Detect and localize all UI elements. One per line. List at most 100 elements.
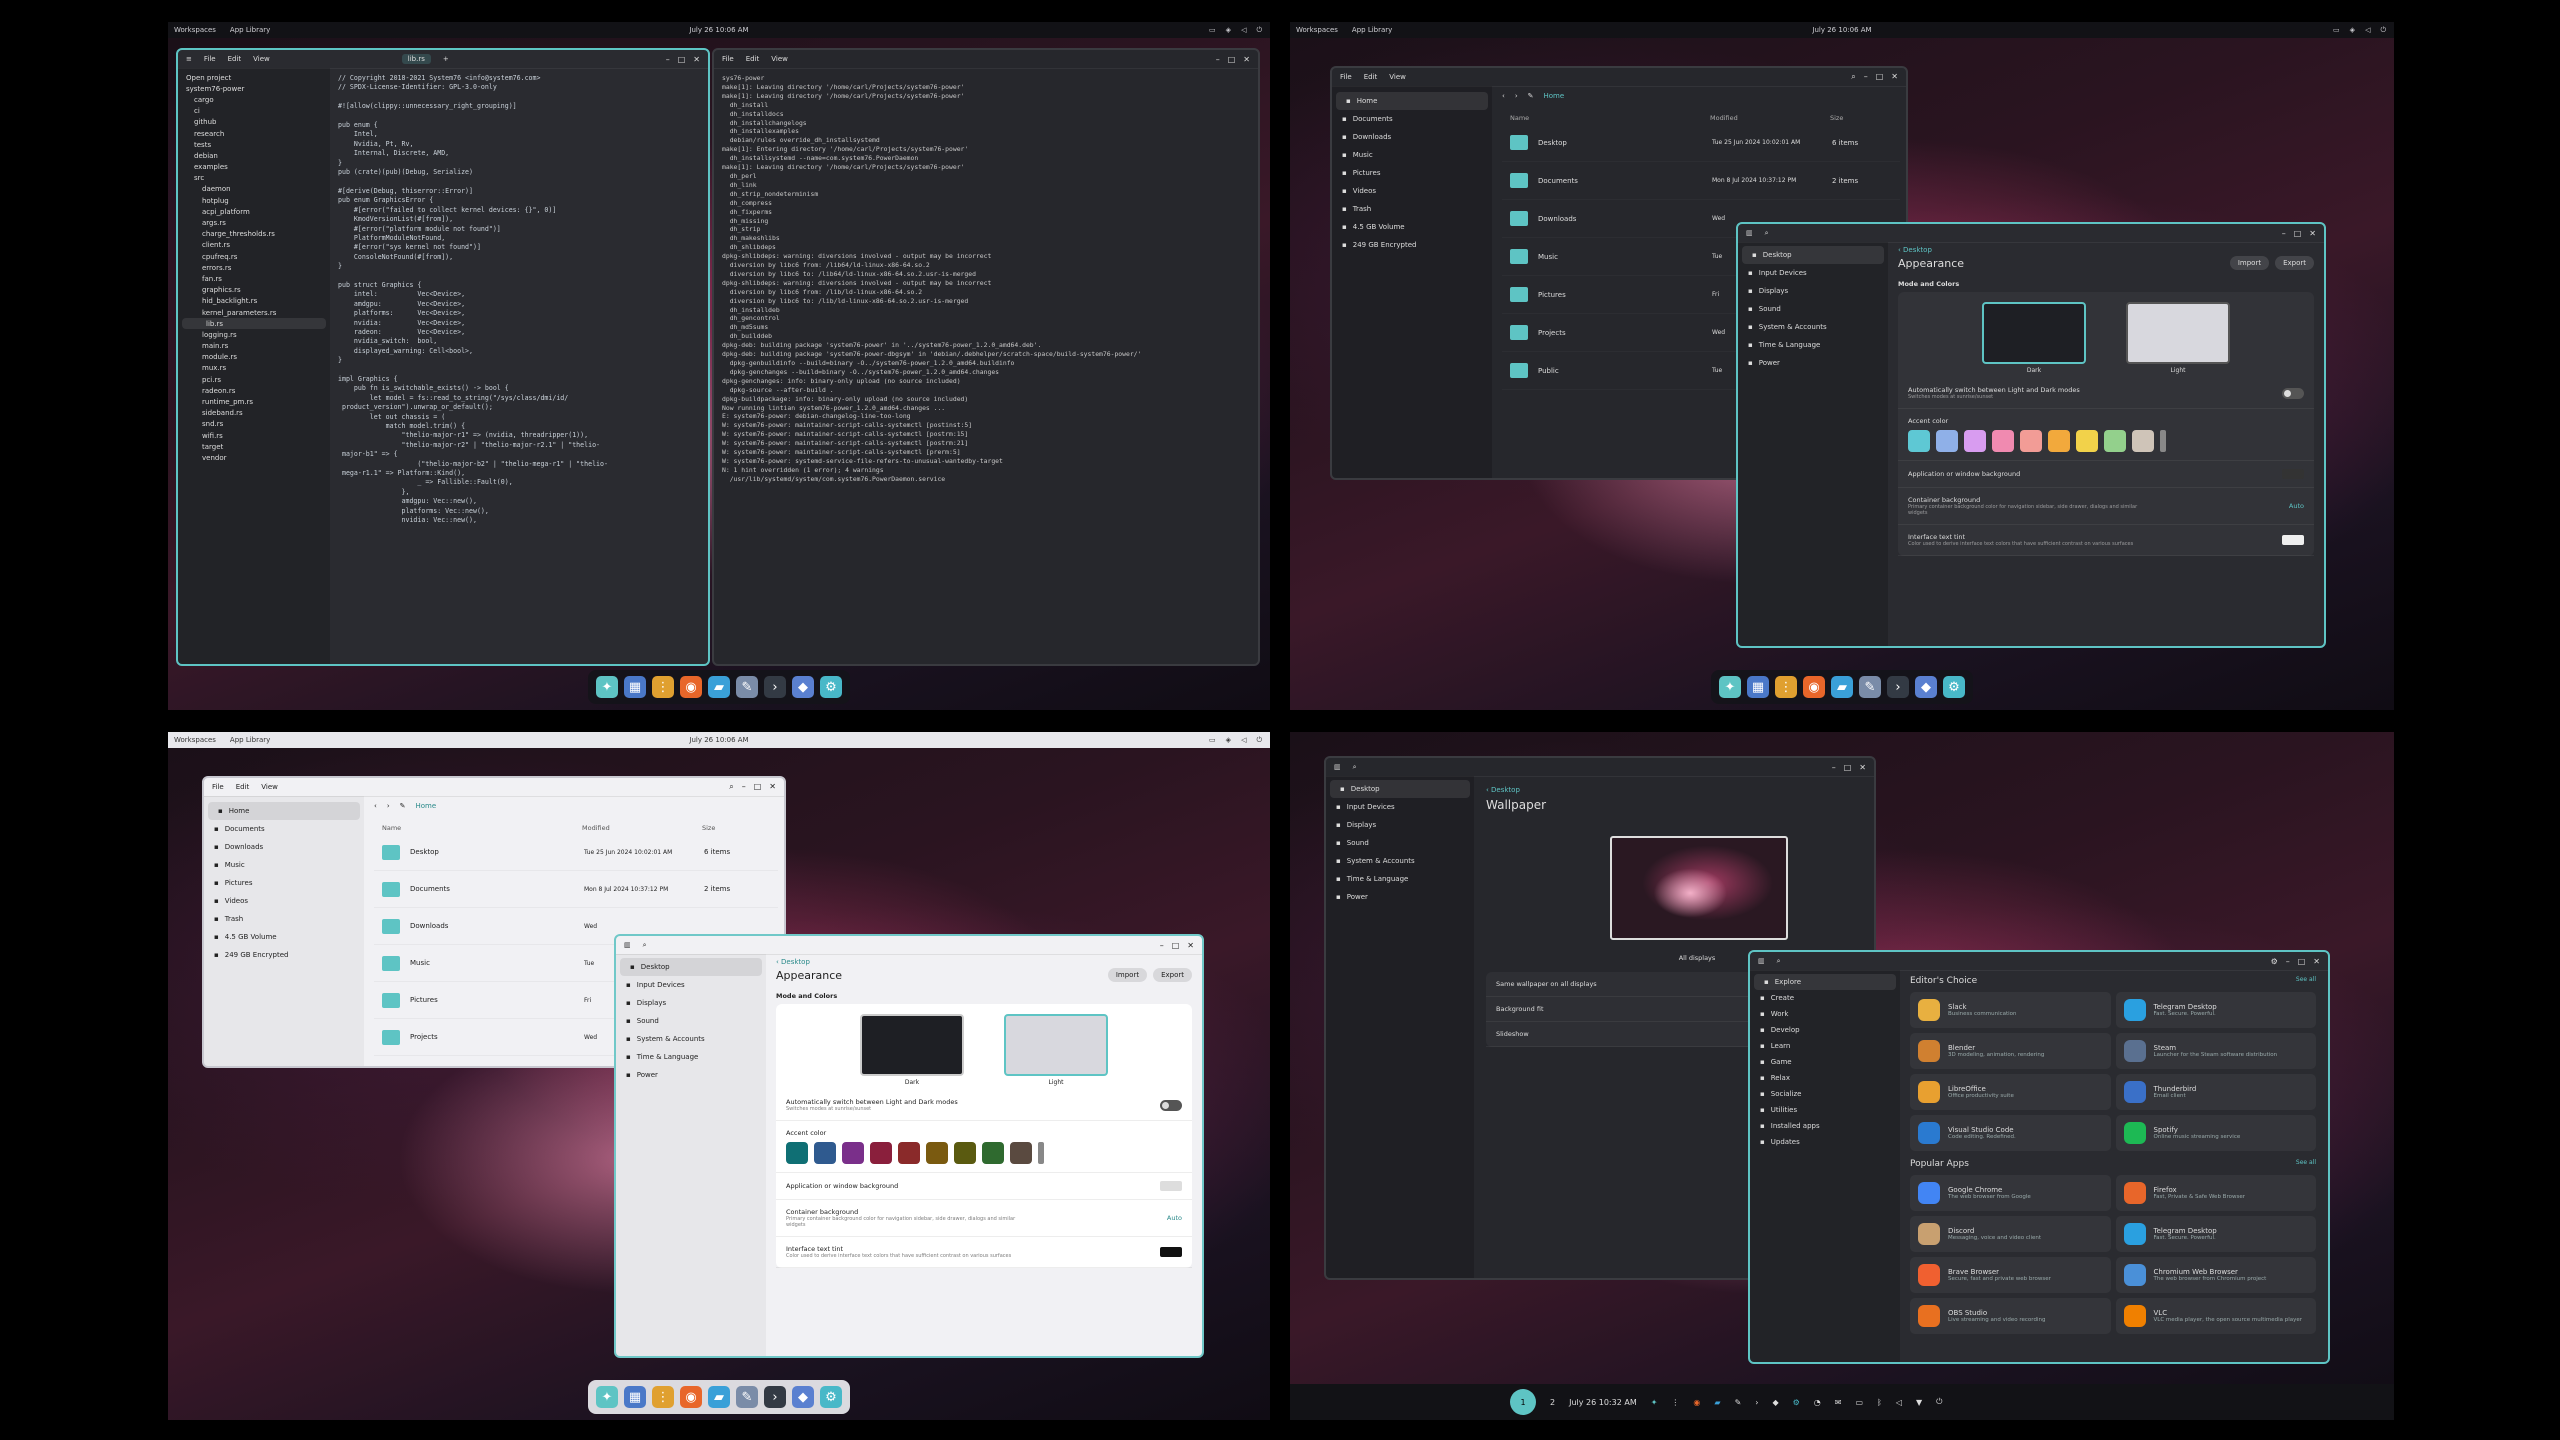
store-icon[interactable]: ◆ bbox=[792, 1386, 814, 1408]
minimize-icon[interactable]: – bbox=[1216, 55, 1220, 64]
back-link[interactable]: ‹ Desktop bbox=[1898, 246, 2314, 254]
sidebar-item[interactable]: ▪ Downloads bbox=[1332, 128, 1492, 146]
workspaces-icon[interactable]: ▦ bbox=[624, 1386, 646, 1408]
tree-item[interactable]: args.rs bbox=[178, 217, 330, 228]
sidebar-item[interactable]: ▪ Home bbox=[208, 802, 360, 820]
app-card[interactable]: Firefox Fast, Private & Safe Web Browser bbox=[2115, 1175, 2316, 1211]
workspaces-button[interactable]: Workspaces bbox=[1296, 26, 1338, 34]
app-card[interactable]: Brave Browser Secure, fast and private we… bbox=[1910, 1257, 2111, 1293]
accent-swatch[interactable] bbox=[926, 1142, 948, 1164]
app-card[interactable]: VLC VLC media player, the open source mul… bbox=[2115, 1298, 2316, 1334]
accent-swatch[interactable] bbox=[1964, 430, 1986, 452]
menu-view[interactable]: View bbox=[771, 55, 788, 63]
close-icon[interactable]: ✕ bbox=[1891, 72, 1898, 82]
app-card[interactable]: Steam Launcher for the Steam software dis… bbox=[2115, 1033, 2316, 1069]
app-card[interactable]: Slack Business communication bbox=[1910, 992, 2111, 1028]
nav-item[interactable]: ▪ Power bbox=[1326, 888, 1474, 906]
light-mode-option[interactable]: Light bbox=[2126, 302, 2230, 374]
export-button[interactable]: Export bbox=[1153, 968, 1192, 982]
code-area[interactable]: // Copyright 2018-2021 System76 <info@sy… bbox=[338, 74, 702, 660]
app-card[interactable]: Telegram Desktop Fast. Secure. Powerful. bbox=[2115, 1216, 2316, 1252]
store-icon[interactable]: ◆ bbox=[792, 676, 814, 698]
nav-item[interactable]: ▪ Time & Language bbox=[1738, 336, 1888, 354]
menu-edit[interactable]: Edit bbox=[1364, 73, 1378, 81]
menu-edit[interactable]: Edit bbox=[236, 783, 250, 791]
accent-swatch[interactable] bbox=[2048, 430, 2070, 452]
tree-item[interactable]: fan.rs bbox=[178, 273, 330, 284]
accent-swatch[interactable] bbox=[2076, 430, 2098, 452]
search-icon[interactable]: ⌕ bbox=[1851, 72, 1855, 82]
volume-icon[interactable]: ◁ bbox=[2365, 26, 2370, 35]
terminal-icon[interactable]: › bbox=[1887, 676, 1909, 698]
tree-item[interactable]: snd.rs bbox=[178, 419, 330, 430]
tree-item[interactable]: ci bbox=[178, 106, 330, 117]
files-icon[interactable]: ▰ bbox=[1831, 676, 1853, 698]
settings-icon[interactable]: ⚙ bbox=[1793, 1398, 1800, 1407]
close-icon[interactable]: ✕ bbox=[2309, 229, 2316, 238]
files-icon[interactable]: ▰ bbox=[708, 676, 730, 698]
sidebar-item[interactable]: ▪ Pictures bbox=[1332, 164, 1492, 182]
column-name[interactable]: Name bbox=[1502, 114, 1710, 122]
nav-item[interactable]: ▪ Time & Language bbox=[616, 1048, 766, 1066]
terminal-window[interactable]: File Edit View – □ ✕ sys76-power make[1]: … bbox=[712, 48, 1260, 666]
launcher-icon[interactable]: ✦ bbox=[596, 1386, 618, 1408]
nav-item[interactable]: ▪ Power bbox=[616, 1066, 766, 1084]
tree-item[interactable]: debian bbox=[178, 150, 330, 161]
nav-item[interactable]: ▪ Sound bbox=[616, 1012, 766, 1030]
app-background-row[interactable]: Application or window background bbox=[1898, 461, 2314, 488]
network-icon[interactable]: ▼ bbox=[1916, 1398, 1922, 1407]
nav-item[interactable]: ▪ Desktop bbox=[1330, 780, 1470, 798]
tree-item[interactable]: runtime_pm.rs bbox=[178, 396, 330, 407]
power-icon[interactable]: ⏻ bbox=[1256, 736, 1262, 745]
store-nav-item[interactable]: ▪ Utilities bbox=[1750, 1102, 1900, 1118]
file-row[interactable]: Documents Mon 8 Jul 2024 10:37:12 PM 2 ite… bbox=[374, 871, 778, 908]
accent-swatch[interactable] bbox=[898, 1142, 920, 1164]
firefox-icon[interactable]: ◉ bbox=[680, 676, 702, 698]
tree-item[interactable]: radeon.rs bbox=[178, 385, 330, 396]
nav-item[interactable]: ▪ Time & Language bbox=[1326, 870, 1474, 888]
app-grid-icon[interactable]: ⋮ bbox=[1775, 676, 1797, 698]
container-auto-link[interactable]: Auto bbox=[1167, 1214, 1182, 1222]
text-editor-icon[interactable]: ✎ bbox=[1859, 676, 1881, 698]
light-mode-option[interactable]: Light bbox=[1004, 1014, 1108, 1086]
menu-file[interactable]: File bbox=[212, 783, 224, 791]
app-background-swatch[interactable] bbox=[2282, 469, 2304, 479]
edit-path-icon[interactable]: ✎ bbox=[400, 802, 406, 810]
minimize-icon[interactable]: – bbox=[666, 55, 670, 64]
workspaces-icon[interactable]: ▦ bbox=[1747, 676, 1769, 698]
sidebar-toggle-icon[interactable]: ▥ bbox=[1746, 229, 1753, 237]
sidebar-item[interactable]: ▪ Documents bbox=[1332, 110, 1492, 128]
store-nav-item[interactable]: ▪ Game bbox=[1750, 1054, 1900, 1070]
settings-window[interactable]: ▥ ⌕ – □ ✕ ▪ Desktop ▪ Input Devices ▪ Displays ▪ Sou… bbox=[1736, 222, 2326, 648]
accent-swatch[interactable] bbox=[1992, 430, 2014, 452]
nav-item[interactable]: ▪ Displays bbox=[1326, 816, 1474, 834]
sidebar-item[interactable]: ▪ Music bbox=[1332, 146, 1492, 164]
tray-icon[interactable]: ▭ bbox=[2333, 26, 2340, 35]
files-icon[interactable]: ▰ bbox=[1714, 1398, 1720, 1407]
accent-swatch[interactable] bbox=[870, 1142, 892, 1164]
menu-file[interactable]: File bbox=[1340, 73, 1352, 81]
file-row[interactable]: Desktop Tue 25 Jun 2024 10:02:01 AM 6 item… bbox=[1502, 124, 1900, 162]
container-background-row[interactable]: Container background Primary container ba… bbox=[1898, 488, 2314, 525]
tree-item[interactable]: cpufreq.rs bbox=[178, 251, 330, 262]
close-icon[interactable]: ✕ bbox=[1187, 941, 1194, 950]
tree-item[interactable]: mux.rs bbox=[178, 363, 330, 374]
custom-color-swatch[interactable] bbox=[1038, 1142, 1044, 1164]
edit-path-icon[interactable]: ✎ bbox=[1528, 92, 1534, 100]
sidebar-item[interactable]: ▪ 249 GB Encrypted bbox=[204, 946, 364, 964]
sidebar-item[interactable]: ▪ Documents bbox=[204, 820, 364, 838]
launcher-icon[interactable]: ✦ bbox=[1651, 1398, 1658, 1407]
nav-item[interactable]: ▪ System & Accounts bbox=[616, 1030, 766, 1048]
auto-switch-row[interactable]: Automatically switch between Light and D… bbox=[776, 1090, 1192, 1121]
clock[interactable]: July 26 10:06 AM bbox=[689, 26, 748, 34]
power-icon[interactable]: ⏻ bbox=[1256, 26, 1262, 35]
search-icon[interactable]: ⌕ bbox=[643, 941, 647, 950]
clock[interactable]: July 26 10:06 AM bbox=[689, 736, 748, 744]
nav-item[interactable]: ▪ Input Devices bbox=[616, 976, 766, 994]
tree-item[interactable]: github bbox=[178, 117, 330, 128]
accent-swatch[interactable] bbox=[2020, 430, 2042, 452]
back-icon[interactable]: ‹ bbox=[1502, 92, 1505, 100]
close-icon[interactable]: ✕ bbox=[2313, 957, 2320, 966]
search-icon[interactable]: ⌕ bbox=[1353, 763, 1357, 772]
power-icon[interactable]: ⏻ bbox=[2380, 26, 2386, 35]
